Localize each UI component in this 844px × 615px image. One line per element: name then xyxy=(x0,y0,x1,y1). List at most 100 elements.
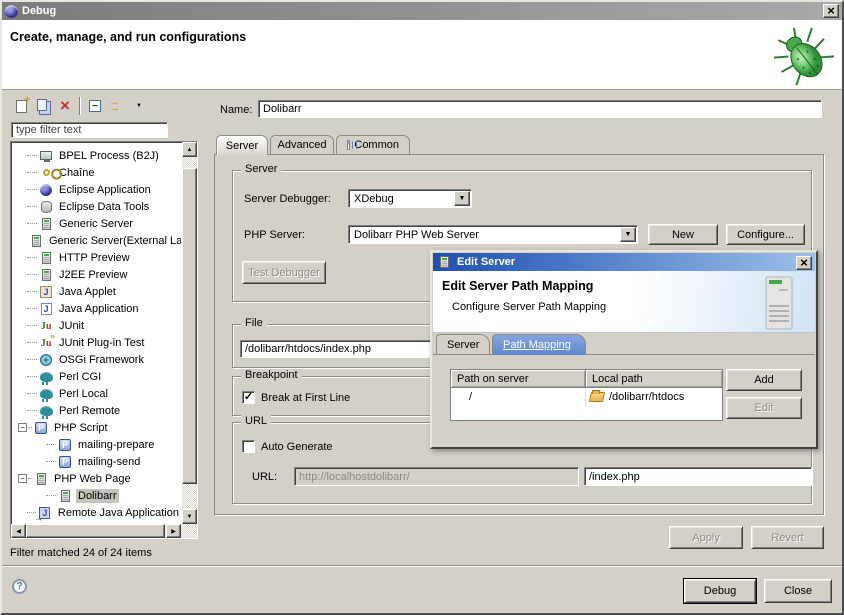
table-cell-server-path[interactable]: / xyxy=(451,388,586,406)
tree-item-perl-local[interactable]: Perl Local xyxy=(13,385,181,402)
tree-item-perl-remote[interactable]: Perl Remote xyxy=(13,402,181,419)
debug-button[interactable]: Debug xyxy=(684,579,756,603)
base-url-input xyxy=(294,467,579,486)
tree-item-perl-cgi[interactable]: Perl CGI xyxy=(13,368,181,385)
dialog-tab-path-mapping[interactable]: Path Mapping xyxy=(492,334,586,355)
url-label: URL: xyxy=(252,471,277,483)
tree-item-osgi-framework[interactable]: OSGi Framework xyxy=(13,351,181,368)
breakpoint-group-title: Breakpoint xyxy=(241,369,302,381)
php-server-label: PHP Server: xyxy=(244,229,305,241)
tree-item-generic-server-external[interactable]: Generic Server(External La xyxy=(13,232,181,249)
name-input[interactable] xyxy=(258,100,822,118)
dialog-title: Edit Server xyxy=(457,256,515,268)
tree-item-remote-java-application[interactable]: Remote Java Application xyxy=(13,504,181,521)
tree-vertical-scrollbar[interactable]: ▲ ▼ xyxy=(182,142,197,524)
filter-icon[interactable] xyxy=(106,96,128,116)
file-group-title: File xyxy=(241,317,267,329)
tree-horizontal-scrollbar[interactable]: ◀ ▶ xyxy=(11,524,197,538)
collapse-expander[interactable] xyxy=(18,474,27,483)
bpel-process-icon xyxy=(39,149,53,162)
tree-item-mailing-send[interactable]: mailing-send xyxy=(13,453,181,470)
toolbar-separator xyxy=(79,97,81,115)
apply-button: Apply xyxy=(669,526,743,549)
eclipse-icon xyxy=(39,183,53,196)
scroll-left-icon[interactable]: ◀ xyxy=(11,524,26,538)
scroll-right-icon[interactable]: ▶ xyxy=(166,524,181,538)
tree-item-junit-plugin-test[interactable]: JUnit Plug-in Test xyxy=(13,334,181,351)
column-header-path-on-server[interactable]: Path on server xyxy=(451,370,586,388)
vertical-scroll-thumb[interactable] xyxy=(182,168,197,484)
tree-item-http-preview[interactable]: HTTP Preview xyxy=(13,249,181,266)
column-header-local-path[interactable]: Local path xyxy=(586,370,722,388)
configure-server-button[interactable]: Configure... xyxy=(726,224,805,245)
collapse-all-icon[interactable] xyxy=(84,96,106,116)
break-first-line-checkbox[interactable] xyxy=(242,391,255,404)
chevron-down-icon[interactable]: ▼ xyxy=(454,191,470,206)
tree-item-dolibarr[interactable]: Dolibarr xyxy=(13,487,181,504)
url-path-input[interactable] xyxy=(584,467,812,486)
help-icon[interactable]: ? xyxy=(12,579,27,594)
delete-configuration-icon[interactable] xyxy=(54,96,76,116)
dialog-header: Edit Server Path Mapping Configure Serve… xyxy=(433,271,815,333)
tree-item-j2ee-preview[interactable]: J2EE Preview xyxy=(13,266,181,283)
perl-icon xyxy=(39,370,53,383)
tab-server[interactable]: Server xyxy=(216,135,268,155)
server-group-title: Server xyxy=(241,163,281,175)
tree-item-java-applet[interactable]: Java Applet xyxy=(13,283,181,300)
php-icon xyxy=(58,438,72,451)
horizontal-scroll-thumb[interactable] xyxy=(26,524,165,538)
tree-item-chaine[interactable]: Chaîne xyxy=(13,164,181,181)
filter-status: Filter matched 24 of 24 items xyxy=(10,547,152,559)
edit-server-dialog: Edit Server Edit Server Path Mapping Con… xyxy=(430,250,818,449)
chevron-down-icon[interactable]: ▼ xyxy=(620,227,636,242)
tree-item-generic-server[interactable]: Generic Server xyxy=(13,215,181,232)
window-close-button[interactable] xyxy=(823,4,839,18)
server-icon xyxy=(437,256,451,269)
scroll-down-icon[interactable]: ▼ xyxy=(182,509,197,524)
folder-icon xyxy=(589,392,605,402)
collapse-expander[interactable] xyxy=(18,423,27,432)
remote-java-icon xyxy=(38,506,52,519)
dialog-close-button[interactable] xyxy=(796,256,812,270)
php-server-select[interactable]: Dolibarr PHP Web Server ▼ xyxy=(348,225,638,244)
tree-item-bpel-process[interactable]: BPEL Process (B2J) xyxy=(13,147,181,164)
tree-item-php-script[interactable]: PHP Script xyxy=(13,419,181,436)
server-tower-icon xyxy=(757,275,801,333)
tree-item-junit[interactable]: JUnit xyxy=(13,317,181,334)
tree-item-mailing-prepare[interactable]: mailing-prepare xyxy=(13,436,181,453)
auto-generate-checkbox[interactable] xyxy=(242,440,255,453)
server-icon xyxy=(39,217,53,230)
new-configuration-icon[interactable] xyxy=(10,96,32,116)
duplicate-configuration-icon[interactable] xyxy=(32,96,54,116)
url-group-title: URL xyxy=(241,415,271,427)
footer-divider xyxy=(2,565,842,567)
filter-input[interactable] xyxy=(11,122,168,138)
tree-item-eclipse-application[interactable]: Eclipse Application xyxy=(13,181,181,198)
new-server-button[interactable]: New xyxy=(648,224,718,245)
server-icon xyxy=(39,251,53,264)
table-cell-local-path[interactable]: /dolibarr/htdocs xyxy=(586,388,722,406)
toolbar-menu-arrow-icon[interactable] xyxy=(128,96,150,116)
tab-common[interactable]: Common xyxy=(336,135,410,154)
path-mapping-table[interactable]: Path on server Local path / /dolibarr/ht… xyxy=(450,369,723,421)
dialog-titlebar: Edit Server xyxy=(433,253,815,271)
dialog-heading: Edit Server Path Mapping xyxy=(442,279,593,293)
add-mapping-button[interactable]: Add xyxy=(726,369,802,391)
server-debugger-select[interactable]: XDebug ▼ xyxy=(348,189,472,208)
configurations-toolbar xyxy=(10,94,150,118)
dialog-subheading: Configure Server Path Mapping xyxy=(452,301,606,313)
close-button[interactable]: Close xyxy=(764,579,832,603)
debug-bug-icon xyxy=(772,25,836,85)
configurations-tree: BPEL Process (B2J) Chaîne Eclipse Applic… xyxy=(10,141,198,539)
osgi-icon xyxy=(39,353,53,366)
tree-item-java-application[interactable]: Java Application xyxy=(13,300,181,317)
tree-item-eclipse-data-tools[interactable]: Eclipse Data Tools xyxy=(13,198,181,215)
tab-advanced[interactable]: Advanced xyxy=(270,135,334,154)
break-first-line-label: Break at First Line xyxy=(261,392,350,404)
server-debugger-label: Server Debugger: xyxy=(244,193,331,205)
scroll-up-icon[interactable]: ▲ xyxy=(182,142,197,157)
junit-plugin-icon xyxy=(39,336,53,349)
tree-item-php-web-page[interactable]: PHP Web Page xyxy=(13,470,181,487)
table-icon xyxy=(347,140,350,150)
dialog-tab-server[interactable]: Server xyxy=(436,334,490,355)
